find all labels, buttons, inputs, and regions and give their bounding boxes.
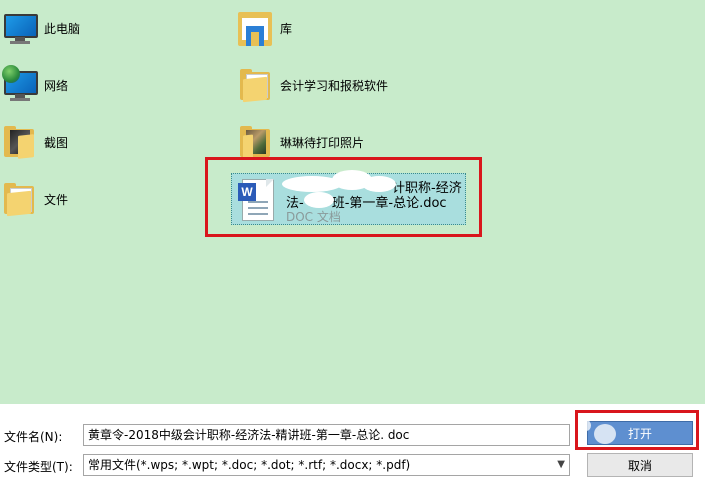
computer-icon xyxy=(2,6,38,50)
item-files-folder[interactable]: 文件 xyxy=(2,175,68,223)
item-label: 库 xyxy=(280,21,293,36)
filename-label: 文件名(N): xyxy=(4,430,63,444)
item-label: 网络 xyxy=(44,78,69,93)
chevron-down-icon: ▼ xyxy=(557,459,565,470)
item-accounting-folder[interactable]: 会计学习和报税软件 xyxy=(238,61,388,109)
network-icon xyxy=(2,63,38,107)
item-label: 文件 xyxy=(44,192,69,207)
filetype-label: 文件类型(T): xyxy=(4,460,73,474)
item-label: 截图 xyxy=(44,135,69,150)
filetype-select[interactable]: 常用文件(*.wps; *.wpt; *.doc; *.dot; *.rtf; … xyxy=(83,454,570,476)
filename-input[interactable]: 黄章令-2018中级会计职称-经济法-精讲班-第一章-总论. doc xyxy=(83,424,570,446)
item-libraries[interactable]: 库 xyxy=(238,4,292,52)
library-icon xyxy=(238,6,274,50)
highlight-box-file xyxy=(205,157,482,237)
filetype-value: 常用文件(*.wps; *.wpt; *.doc; *.dot; *.rtf; … xyxy=(88,458,411,472)
item-label: 会计学习和报税软件 xyxy=(280,78,389,93)
item-label: 琳琳待打印照片 xyxy=(280,135,365,150)
item-screenshots-folder[interactable]: 截图 xyxy=(2,118,68,166)
item-label: 此电脑 xyxy=(44,21,81,36)
folder-icon xyxy=(238,63,274,107)
folder-icon xyxy=(2,120,38,164)
folder-icon xyxy=(2,177,38,221)
cancel-button[interactable]: 取消 xyxy=(587,453,693,477)
item-network[interactable]: 网络 xyxy=(2,61,68,109)
item-this-pc[interactable]: 此电脑 xyxy=(2,4,80,52)
highlight-box-open-button xyxy=(575,410,699,450)
file-browser-pane[interactable]: 此电脑 网络 截图 文件 库 会计学习和报税软件 琳琳待打印照片 W 计职称-经… xyxy=(0,0,705,404)
